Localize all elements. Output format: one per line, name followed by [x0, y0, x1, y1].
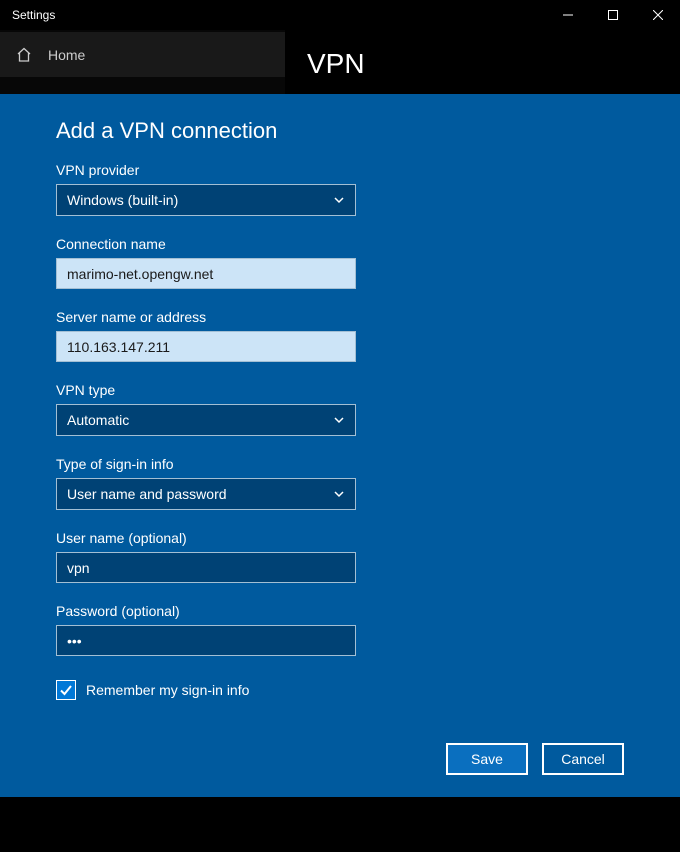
- page-title: VPN: [307, 48, 658, 80]
- cancel-button[interactable]: Cancel: [542, 743, 624, 775]
- titlebar: Settings: [0, 0, 680, 30]
- field-connection-name: Connection name: [56, 236, 356, 289]
- username-input[interactable]: [56, 552, 356, 583]
- field-password: Password (optional): [56, 603, 356, 656]
- signin-type-select[interactable]: User name and password: [56, 478, 356, 510]
- modal-buttons: Save Cancel: [446, 743, 624, 775]
- chevron-down-icon: [333, 488, 345, 500]
- save-button[interactable]: Save: [446, 743, 528, 775]
- remember-signin-row[interactable]: Remember my sign-in info: [56, 680, 624, 700]
- vpn-type-label: VPN type: [56, 382, 356, 398]
- remember-label: Remember my sign-in info: [86, 682, 249, 698]
- server-address-input[interactable]: [56, 331, 356, 362]
- sidebar-item-home[interactable]: Home: [0, 32, 285, 77]
- save-button-label: Save: [471, 751, 503, 767]
- server-address-label: Server name or address: [56, 309, 356, 325]
- modal-title: Add a VPN connection: [56, 118, 624, 144]
- home-icon: [16, 47, 32, 63]
- chevron-down-icon: [333, 414, 345, 426]
- close-button[interactable]: [635, 0, 680, 30]
- signin-type-value: User name and password: [67, 486, 227, 502]
- minimize-button[interactable]: [545, 0, 590, 30]
- vpn-type-value: Automatic: [67, 412, 129, 428]
- vpn-provider-value: Windows (built-in): [67, 192, 178, 208]
- password-input[interactable]: [56, 625, 356, 656]
- home-label: Home: [48, 47, 85, 63]
- maximize-icon: [608, 10, 618, 20]
- bottom-strip: [0, 797, 680, 852]
- field-username: User name (optional): [56, 530, 356, 583]
- field-vpn-provider: VPN provider Windows (built-in): [56, 162, 356, 216]
- minimize-icon: [563, 10, 573, 20]
- username-label: User name (optional): [56, 530, 356, 546]
- signin-type-label: Type of sign-in info: [56, 456, 356, 472]
- vpn-provider-label: VPN provider: [56, 162, 356, 178]
- field-signin-type: Type of sign-in info User name and passw…: [56, 456, 356, 510]
- vpn-type-select[interactable]: Automatic: [56, 404, 356, 436]
- window-title: Settings: [12, 8, 55, 22]
- connection-name-label: Connection name: [56, 236, 356, 252]
- chevron-down-icon: [333, 194, 345, 206]
- add-vpn-modal: Add a VPN connection VPN provider Window…: [0, 94, 680, 797]
- checkmark-icon: [59, 683, 73, 697]
- maximize-button[interactable]: [590, 0, 635, 30]
- vpn-provider-select[interactable]: Windows (built-in): [56, 184, 356, 216]
- field-vpn-type: VPN type Automatic: [56, 382, 356, 436]
- close-icon: [653, 10, 663, 20]
- cancel-button-label: Cancel: [561, 751, 605, 767]
- password-label: Password (optional): [56, 603, 356, 619]
- remember-checkbox[interactable]: [56, 680, 76, 700]
- connection-name-input[interactable]: [56, 258, 356, 289]
- field-server-address: Server name or address: [56, 309, 356, 362]
- window-controls: [545, 0, 680, 30]
